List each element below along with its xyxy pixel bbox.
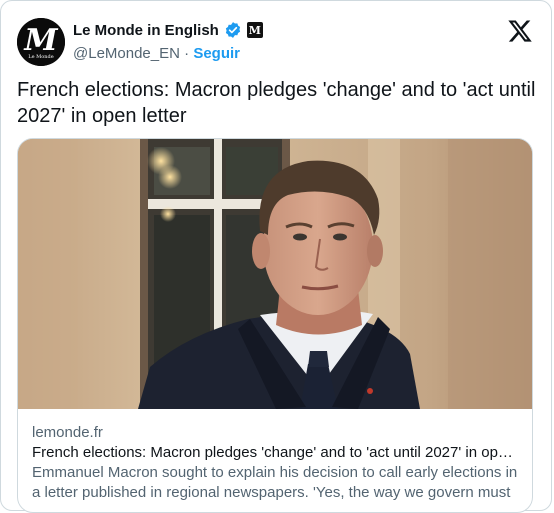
account-name-row: Le Monde in English M: [73, 21, 263, 39]
tweet-card[interactable]: M Le Monde Le Monde in English M @LeMond…: [0, 0, 552, 513]
affiliate-badge-icon[interactable]: M: [246, 22, 263, 38]
tweet-text: French elections: Macron pledges 'change…: [17, 79, 536, 127]
card-description: Emmanuel Macron sought to explain his de…: [32, 464, 518, 513]
display-name[interactable]: Le Monde in English: [73, 22, 219, 39]
macron-photo: [18, 139, 532, 409]
avatar[interactable]: M Le Monde: [17, 18, 65, 66]
verified-badge-icon: [225, 22, 240, 38]
handle[interactable]: @LeMonde_EN: [73, 45, 180, 62]
handle-row: @LeMonde_EN · Seguir: [73, 45, 240, 62]
le-monde-logo-icon: M Le Monde: [17, 18, 65, 66]
card-domain: lemonde.fr: [32, 424, 103, 441]
follow-button[interactable]: Seguir: [193, 45, 240, 62]
avatar-letters: M: [23, 23, 58, 58]
card-body[interactable]: lemonde.fr French elections: Macron pled…: [18, 409, 532, 513]
separator-dot: ·: [184, 45, 190, 62]
card-title: French elections: Macron pledges 'change…: [32, 444, 518, 461]
avatar-caption: Le Monde: [28, 54, 53, 60]
link-preview-card[interactable]: lemonde.fr French elections: Macron pled…: [17, 138, 533, 513]
x-logo-icon[interactable]: [507, 18, 533, 44]
card-image[interactable]: [18, 139, 532, 409]
